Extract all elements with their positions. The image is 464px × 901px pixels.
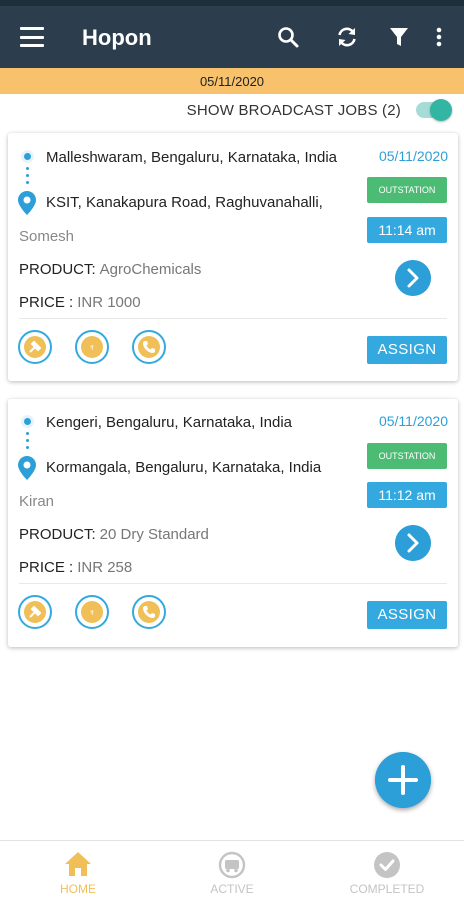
drop-pin-icon [18, 191, 36, 215]
pickup-dot-icon [21, 415, 34, 428]
product-label: PRODUCT: [19, 261, 96, 278]
trip-type-badge: OUTSTATION [367, 443, 447, 469]
product-row: PRODUCT: 20 Dry Standard [19, 526, 209, 543]
drop-address: Kormangala, Bengaluru, Karnataka, India [46, 459, 322, 476]
nav-completed[interactable]: COMPLETED [335, 841, 439, 901]
product-value: AgroChemicals [99, 261, 202, 278]
price-row: PRICE : INR 258 [19, 559, 132, 576]
price-label: PRICE : [19, 294, 74, 311]
pickup-dot-icon [21, 150, 34, 163]
nav-active[interactable]: ACTIVE [181, 841, 283, 901]
product-row: PRODUCT: AgroChemicals [19, 261, 201, 278]
nav-home[interactable]: HOME [27, 841, 129, 901]
pickup-time-badge: 11:14 am [367, 217, 447, 243]
price-value: INR 258 [77, 559, 133, 576]
route-line [26, 167, 29, 188]
nav-home-label: HOME [60, 882, 96, 896]
assign-button[interactable]: ASSIGN [367, 601, 447, 629]
rupee-icon[interactable]: ₹ [75, 330, 109, 364]
broadcast-row: SHOW BROADCAST JOBS (2) [0, 94, 464, 128]
broadcast-label: SHOW BROADCAST JOBS (2) [186, 102, 401, 119]
price-label: PRICE : [19, 559, 74, 576]
price-row: PRICE : INR 1000 [19, 294, 141, 311]
job-card[interactable]: Kengeri, Bengaluru, Karnataka, India Kor… [8, 399, 458, 647]
app-title: Hopon [82, 25, 152, 50]
pickup-time-badge: 11:12 am [367, 482, 447, 508]
refresh-icon[interactable] [335, 25, 359, 49]
drop-address: KSIT, Kanakapura Road, Raghuvanahalli, [46, 194, 323, 211]
trip-type-badge: OUTSTATION [367, 177, 447, 203]
card-divider [19, 583, 447, 584]
more-options-icon[interactable] [427, 25, 451, 49]
chevron-right-icon[interactable] [395, 525, 431, 561]
phone-icon[interactable] [132, 595, 166, 629]
check-circle-icon [374, 852, 400, 878]
rupee-icon[interactable]: ₹ [75, 595, 109, 629]
truck-icon [218, 851, 246, 879]
svg-text:₹: ₹ [90, 610, 94, 617]
route-line [26, 432, 29, 453]
hammer-icon[interactable] [18, 330, 52, 364]
home-icon [65, 852, 91, 876]
nav-completed-label: COMPLETED [349, 882, 425, 896]
pickup-address: Kengeri, Bengaluru, Karnataka, India [46, 414, 292, 431]
menu-icon[interactable] [20, 27, 44, 47]
svg-text:₹: ₹ [90, 345, 94, 352]
date-banner: 05/11/2020 [0, 68, 464, 94]
drop-pin-icon [18, 456, 36, 480]
customer-name: Kiran [19, 493, 55, 510]
pickup-address: Malleshwaram, Bengaluru, Karnataka, Indi… [46, 149, 337, 166]
product-label: PRODUCT: [19, 526, 96, 543]
job-card[interactable]: Malleshwaram, Bengaluru, Karnataka, Indi… [8, 133, 458, 381]
job-date: 05/11/2020 [378, 413, 448, 429]
product-value: 20 Dry Standard [99, 526, 209, 543]
card-divider [19, 318, 447, 319]
broadcast-toggle[interactable] [416, 99, 452, 121]
customer-name: Somesh [19, 228, 75, 245]
price-value: INR 1000 [77, 294, 141, 311]
bottom-nav: HOME ACTIVE COMPLETED [0, 840, 464, 900]
job-date: 05/11/2020 [378, 148, 448, 164]
chevron-right-icon[interactable] [395, 260, 431, 296]
hammer-icon[interactable] [18, 595, 52, 629]
add-job-button[interactable] [375, 752, 431, 808]
filter-icon[interactable] [387, 25, 411, 49]
assign-button[interactable]: ASSIGN [367, 336, 447, 364]
nav-active-label: ACTIVE [210, 882, 254, 896]
phone-icon[interactable] [132, 330, 166, 364]
app-bar: Hopon [0, 6, 464, 68]
search-icon[interactable] [276, 25, 300, 49]
